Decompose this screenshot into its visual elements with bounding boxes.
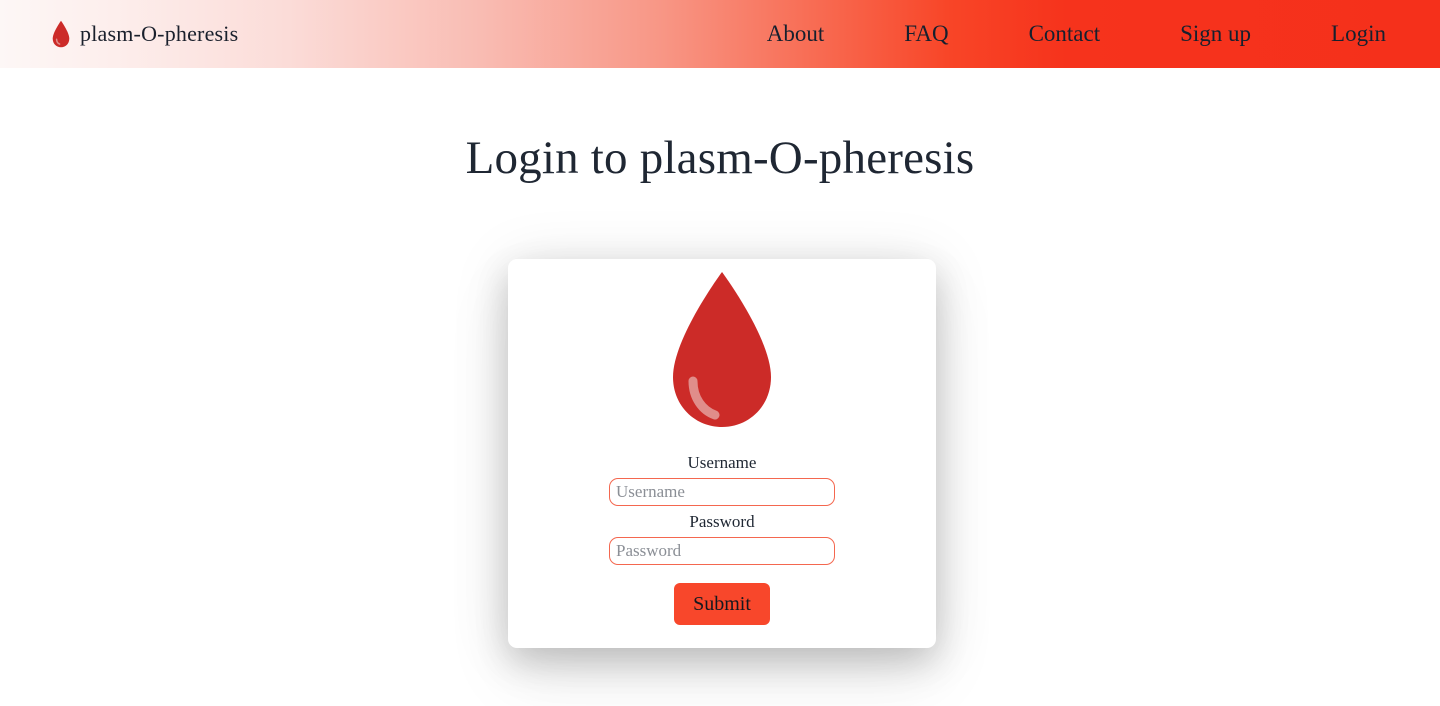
blood-drop-icon — [52, 20, 70, 48]
nav-link-login[interactable]: Login — [1317, 21, 1400, 47]
username-input[interactable] — [609, 478, 835, 506]
nav-link-faq[interactable]: FAQ — [890, 21, 962, 47]
login-card: Username Password Submit — [508, 259, 936, 648]
nav-link-contact[interactable]: Contact — [1015, 21, 1115, 47]
page-title: Login to plasm-O-pheresis — [465, 132, 975, 184]
password-input[interactable] — [609, 537, 835, 565]
username-label: Username — [687, 453, 757, 472]
top-navbar: plasm-O-pheresis About FAQ Contact Sign … — [0, 0, 1440, 68]
nav-link-about[interactable]: About — [753, 21, 839, 47]
brand-logo-link[interactable]: plasm-O-pheresis — [52, 20, 238, 48]
password-label: Password — [689, 512, 755, 531]
login-form: Username Password Submit — [508, 453, 936, 625]
nav-links: About FAQ Contact Sign up Login — [727, 21, 1406, 47]
brand-title: plasm-O-pheresis — [80, 21, 239, 46]
submit-button[interactable]: Submit — [674, 583, 770, 625]
nav-link-sign-up[interactable]: Sign up — [1166, 21, 1265, 47]
blood-drop-icon — [669, 259, 775, 431]
